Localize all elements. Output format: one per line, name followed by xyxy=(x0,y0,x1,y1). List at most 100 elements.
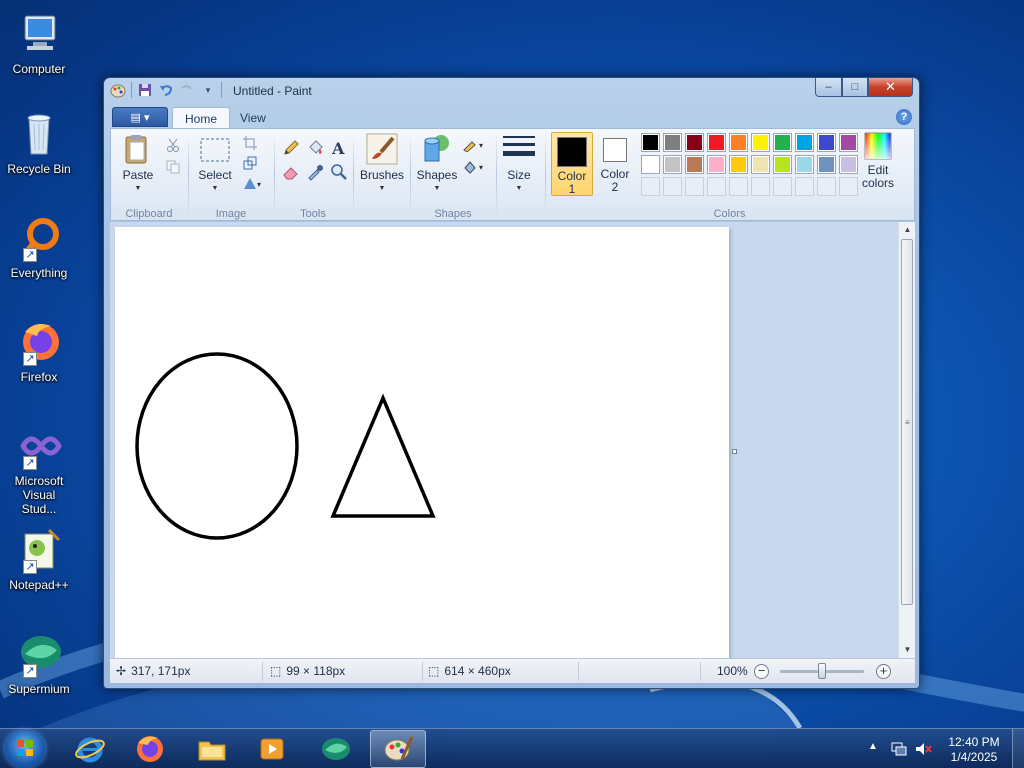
close-button[interactable]: ✕ xyxy=(868,78,913,97)
edit-colors-button[interactable]: Edit colors xyxy=(855,132,901,190)
palette-color-swatch[interactable] xyxy=(817,155,836,174)
desktop-icon-everything[interactable]: ↗ Everything xyxy=(4,214,74,280)
palette-color-swatch[interactable] xyxy=(685,133,704,152)
customize-qat-icon[interactable]: ▾ xyxy=(200,82,216,98)
fill-icon[interactable]: ▾ xyxy=(460,157,490,177)
volume-muted-icon[interactable] xyxy=(914,740,932,761)
color2-button[interactable]: Color 2 xyxy=(595,132,635,194)
custom-color-slot[interactable] xyxy=(795,177,814,196)
palette-color-swatch[interactable] xyxy=(773,155,792,174)
palette-color-swatch[interactable] xyxy=(795,133,814,152)
help-icon[interactable]: ? xyxy=(896,109,912,125)
palette-color-swatch[interactable] xyxy=(773,133,792,152)
maximize-button[interactable]: □ xyxy=(842,78,868,97)
taskbar-supermium[interactable] xyxy=(308,730,364,768)
zoom-out-button[interactable]: − xyxy=(754,664,769,679)
copy-icon[interactable] xyxy=(163,157,183,177)
color1-button[interactable]: Color 1 xyxy=(551,132,593,196)
taskbar-internet-explorer[interactable] xyxy=(62,730,118,768)
title-bar[interactable]: ▾ Untitled - Paint – □ ✕ xyxy=(104,78,919,104)
scroll-thumb[interactable]: ≡ xyxy=(901,239,913,605)
desktop-icon-computer[interactable]: Computer xyxy=(4,10,74,76)
drawing-canvas[interactable] xyxy=(115,227,729,658)
palette-color-swatch[interactable] xyxy=(729,133,748,152)
paste-button[interactable]: Paste ▼ xyxy=(115,133,161,195)
palette-color-swatch[interactable] xyxy=(707,155,726,174)
color2-label: Color xyxy=(600,167,630,181)
clock[interactable]: 12:40 PM 1/4/2025 xyxy=(944,735,1004,765)
paint-app-icon[interactable] xyxy=(110,82,126,98)
scroll-up-icon[interactable]: ▲ xyxy=(899,222,916,238)
save-icon[interactable] xyxy=(137,82,153,98)
palette-color-swatch[interactable] xyxy=(685,155,704,174)
group-label-clipboard: Clipboard xyxy=(125,208,173,220)
chevron-down-icon: ▼ xyxy=(433,185,441,192)
tab-view[interactable]: View xyxy=(228,107,278,129)
custom-color-slot[interactable] xyxy=(641,177,660,196)
scroll-down-icon[interactable]: ▼ xyxy=(899,642,916,658)
desktop-icon-label: Firefox xyxy=(20,370,58,384)
desktop-icon-firefox[interactable]: ↗ Firefox xyxy=(4,318,74,384)
palette-color-swatch[interactable] xyxy=(641,133,660,152)
palette-color-swatch[interactable] xyxy=(663,155,682,174)
custom-color-slot[interactable] xyxy=(773,177,792,196)
pencil-icon[interactable] xyxy=(280,137,302,159)
size-button[interactable]: Size ▼ xyxy=(499,133,539,195)
magnifier-icon[interactable] xyxy=(328,161,350,183)
taskbar-paint[interactable] xyxy=(370,730,426,768)
custom-color-slot[interactable] xyxy=(685,177,704,196)
start-button[interactable] xyxy=(5,730,45,768)
custom-color-slot[interactable] xyxy=(663,177,682,196)
taskbar-firefox[interactable] xyxy=(122,730,178,768)
computer-icon xyxy=(15,10,63,58)
crop-icon[interactable] xyxy=(240,133,260,153)
palette-color-swatch[interactable] xyxy=(641,155,660,174)
taskbar-file-explorer[interactable] xyxy=(184,730,240,768)
show-hidden-icons-icon[interactable]: ▲ xyxy=(868,741,878,752)
status-separator xyxy=(262,662,263,681)
clock-date: 1/4/2025 xyxy=(950,750,998,764)
line-size-icon xyxy=(503,133,535,165)
palette-color-swatch[interactable] xyxy=(729,155,748,174)
color-picker-icon[interactable] xyxy=(304,161,326,183)
resize-icon[interactable] xyxy=(240,153,260,173)
custom-color-slot[interactable] xyxy=(707,177,726,196)
canvas-resize-handle[interactable] xyxy=(732,449,737,454)
custom-color-slot[interactable] xyxy=(729,177,748,196)
redo-icon[interactable] xyxy=(179,82,195,98)
desktop-icon-supermium[interactable]: ↗ Supermium xyxy=(4,630,74,696)
file-menu-button[interactable]: ▤ ▾ xyxy=(112,107,168,127)
palette-color-swatch[interactable] xyxy=(663,133,682,152)
fill-bucket-icon[interactable] xyxy=(304,137,326,159)
undo-icon[interactable] xyxy=(158,82,174,98)
vertical-scrollbar[interactable]: ▲ ≡ ▼ xyxy=(898,222,915,658)
palette-color-swatch[interactable] xyxy=(795,155,814,174)
swatch-fill xyxy=(643,157,658,172)
show-desktop-button[interactable] xyxy=(1012,729,1024,768)
custom-color-slot[interactable] xyxy=(817,177,836,196)
palette-color-swatch[interactable] xyxy=(707,133,726,152)
palette-color-swatch[interactable] xyxy=(817,133,836,152)
swatch-fill xyxy=(797,135,812,150)
custom-color-slot[interactable] xyxy=(751,177,770,196)
desktop-icon-notepadpp[interactable]: ↗ Notepad++ xyxy=(4,526,74,592)
rotate-icon[interactable]: ▾ xyxy=(240,173,268,193)
eraser-icon[interactable] xyxy=(280,161,302,183)
zoom-slider-thumb[interactable] xyxy=(818,663,826,679)
text-tool-icon[interactable]: A xyxy=(328,137,350,159)
palette-color-swatch[interactable] xyxy=(751,133,770,152)
desktop-icon-recycle-bin[interactable]: Recycle Bin xyxy=(4,110,74,176)
zoom-in-button[interactable]: + xyxy=(876,664,891,679)
color1-number: 1 xyxy=(568,182,576,196)
taskbar-media-player[interactable] xyxy=(244,730,300,768)
tab-home[interactable]: Home xyxy=(172,107,231,129)
palette-color-swatch[interactable] xyxy=(751,155,770,174)
outline-icon[interactable]: ▾ xyxy=(460,135,490,155)
minimize-button[interactable]: – xyxy=(815,78,842,97)
shapes-button[interactable]: Shapes ▼ xyxy=(414,133,460,195)
network-icon[interactable] xyxy=(890,740,908,761)
desktop-icon-visual-studio[interactable]: ↗ Microsoft Visual Stud... xyxy=(4,422,74,516)
brushes-button[interactable]: Brushes ▼ xyxy=(357,133,407,195)
cut-icon[interactable] xyxy=(163,135,183,155)
select-button[interactable]: Select ▼ xyxy=(192,133,238,195)
